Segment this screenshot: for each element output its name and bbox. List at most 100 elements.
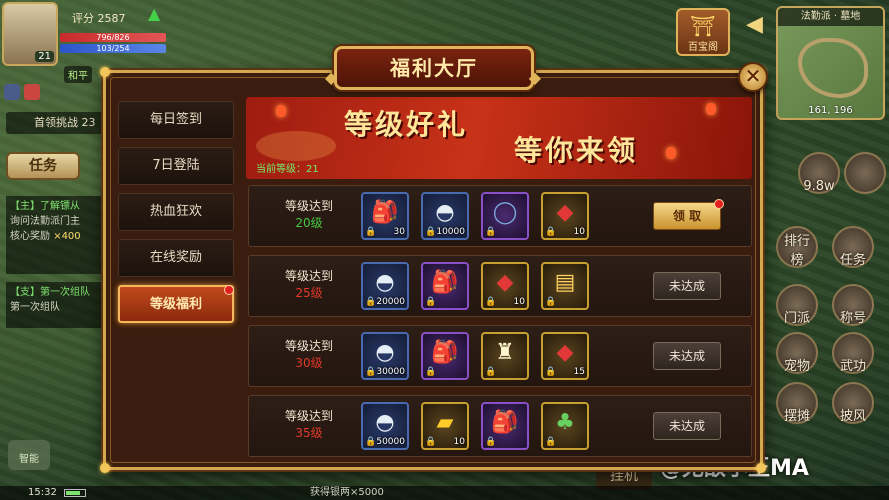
reward-items: 🎒 🔒 30 ◓ 🔒 10000 ◯ 🔒 ◆ 🔒 10	[361, 192, 589, 240]
reward-item-slot[interactable]: 🎒 🔒 30	[361, 192, 409, 240]
bound-lock-icon: 🔒	[365, 367, 377, 377]
bound-lock-icon: 🔒	[425, 437, 437, 447]
treasure-pavilion-button[interactable]: ⛩ 百宝阁	[676, 8, 730, 56]
not-reached-button[interactable]: 未达成	[653, 272, 721, 300]
sect-button[interactable]: 门派	[776, 284, 818, 326]
player-avatar[interactable]: 21	[2, 2, 58, 66]
reward-row: 等级达到 25级 ◓ 🔒 20000 🎒 🔒 ◆ 🔒 10 ▤ 🔒 未达成	[248, 255, 752, 317]
not-reached-button[interactable]: 未达成	[653, 342, 721, 370]
red-pouch-set-icon: 🎒	[431, 270, 459, 295]
jade-pendant-icon: ♣	[555, 410, 575, 435]
level-requirement: 等级达到 25级	[265, 268, 353, 302]
silver-ingot-icon: ◓	[375, 410, 395, 435]
quest-tracker-main[interactable]: 【主】了解镖从 询问法勤派门主 核心奖励 ×400	[6, 196, 106, 274]
quest-reward-label: 核心奖励	[10, 231, 50, 242]
reward-item-slot[interactable]: ◯ 🔒	[481, 192, 529, 240]
button-label: 领 取	[672, 209, 702, 223]
stall-button[interactable]: 摆摊	[776, 382, 818, 424]
reward-item-slot[interactable]: 🎒 🔒	[421, 262, 469, 310]
reward-item-slot[interactable]: ◆ 🔒 15	[541, 332, 589, 380]
sidebar-item-level-welfare[interactable]: 等级福利	[118, 285, 234, 323]
reward-item-slot[interactable]: ◆ 🔒 10	[481, 262, 529, 310]
minimap-road	[798, 38, 868, 98]
notification-dot	[714, 199, 724, 209]
bound-lock-icon: 🔒	[365, 227, 377, 237]
pk-mode-tag[interactable]: 和平	[64, 66, 92, 83]
reward-list: 等级达到 20级 🎒 🔒 30 ◓ 🔒 10000 ◯ 🔒 ◆ 🔒 10 领 取等级达到 25级 ◓ 🔒 2000…	[248, 185, 752, 465]
bound-lock-icon: 🔒	[365, 437, 377, 447]
sidebar-item-daily-signin[interactable]: 每日签到	[118, 101, 234, 139]
reward-items: ◓ 🔒 50000 ▰ 🔒 10 🎒 🔒 ♣ 🔒	[361, 402, 589, 450]
frame-corner	[100, 67, 110, 77]
bound-lock-icon: 🔒	[545, 437, 557, 447]
player-level: 21	[35, 51, 54, 62]
quest-desc: 询问法勤派门主	[10, 216, 80, 227]
reward-item-slot[interactable]: ◆ 🔒 10	[541, 192, 589, 240]
close-icon: ✕	[744, 64, 762, 88]
cloud-decoration	[256, 131, 336, 161]
reward-item-slot[interactable]: ◓ 🔒 30000	[361, 332, 409, 380]
reward-item-slot[interactable]: 🎒 🔒	[421, 332, 469, 380]
right-menu-button[interactable]	[844, 152, 886, 194]
quest-menu-button[interactable]: 任务	[832, 226, 874, 268]
collapse-arrow-icon[interactable]: ◀	[746, 12, 763, 37]
sidebar-item-carnival[interactable]: 热血狂欢	[118, 193, 234, 231]
sidebar-item-online-reward[interactable]: 在线奖励	[118, 239, 234, 277]
claim-button[interactable]: 领 取	[653, 199, 724, 230]
reward-item-slot[interactable]: ◓ 🔒 20000	[361, 262, 409, 310]
quest-title: 【支】第一次组队	[10, 287, 90, 298]
task-tab-button[interactable]: 任务	[6, 152, 80, 180]
cloak-button[interactable]: 披风	[832, 382, 874, 424]
reward-item-slot[interactable]: ◓ 🔒 10000	[421, 192, 469, 240]
system-chat-line: 获得银两×5000	[310, 487, 384, 498]
jade-ring-icon: ◯	[492, 200, 518, 225]
lantern-icon	[706, 103, 716, 115]
quest-tracker-side[interactable]: 【支】第一次组队 第一次组队	[6, 282, 106, 328]
requirement-label: 等级达到	[284, 269, 333, 283]
reward-item-slot[interactable]: ♣ 🔒	[541, 402, 589, 450]
not-reached-button[interactable]: 未达成	[653, 412, 721, 440]
bound-lock-icon: 🔒	[425, 367, 437, 377]
leaderboard-button[interactable]: 排行榜	[776, 226, 818, 268]
reward-item-slot[interactable]: ▰ 🔒 10	[421, 402, 469, 450]
boss-challenge-label[interactable]: 首领挑战 23	[6, 112, 106, 134]
lantern-icon	[666, 147, 676, 159]
silver-ingot-icon: ◓	[375, 270, 395, 295]
close-button[interactable]: ✕	[738, 62, 768, 92]
reward-item-slot[interactable]: ♜ 🔒	[481, 332, 529, 380]
quest-reward-value: ×400	[53, 231, 81, 242]
battery-icon	[64, 489, 86, 497]
item-count: 10	[513, 297, 525, 307]
buff-icon	[24, 84, 40, 100]
reward-item-slot[interactable]: 🎒 🔒	[481, 402, 529, 450]
banner-title-1: 等级好礼	[344, 108, 469, 141]
buff-icons	[4, 84, 40, 100]
silver-ingot-icon: ◓	[375, 340, 395, 365]
right-menu-button[interactable]: 9.8w	[798, 152, 840, 194]
auto-button[interactable]: 智能	[8, 440, 50, 470]
welfare-sidebar: 每日签到 7日登陆 热血狂欢 在线奖励 等级福利	[118, 101, 238, 331]
title-button[interactable]: 称号	[832, 284, 874, 326]
red-gem-icon: ◆	[556, 200, 574, 225]
requirement-level: 35级	[295, 426, 323, 440]
pet-button[interactable]: 宠物	[776, 332, 818, 374]
minimap-coordinates: 161, 196	[808, 105, 853, 116]
quest-desc: 第一次组队	[10, 302, 60, 313]
reward-row: 等级达到 20级 🎒 🔒 30 ◓ 🔒 10000 ◯ 🔒 ◆ 🔒 10 领 取	[248, 185, 752, 247]
bound-lock-icon: 🔒	[545, 367, 557, 377]
button-label: 未达成	[668, 279, 705, 293]
minimap[interactable]: 法勤派 · 墓地 161, 196	[776, 6, 885, 120]
status-bar: 15:32	[0, 486, 889, 500]
martial-arts-button[interactable]: 武功	[832, 332, 874, 374]
bound-lock-icon: 🔒	[545, 227, 557, 237]
requirement-level: 25级	[295, 286, 323, 300]
quest-title: 【主】了解镖从	[10, 201, 80, 212]
reward-item-slot[interactable]: ▤ 🔒	[541, 262, 589, 310]
sidebar-item-7day-login[interactable]: 7日登陆	[118, 147, 234, 185]
requirement-label: 等级达到	[284, 339, 333, 353]
upgrade-arrow-icon[interactable]: ▲	[148, 4, 160, 23]
item-count: 10000	[436, 227, 465, 237]
red-pouch-set-icon: 🎒	[431, 340, 459, 365]
frame-corner	[756, 463, 766, 473]
reward-item-slot[interactable]: ◓ 🔒 50000	[361, 402, 409, 450]
